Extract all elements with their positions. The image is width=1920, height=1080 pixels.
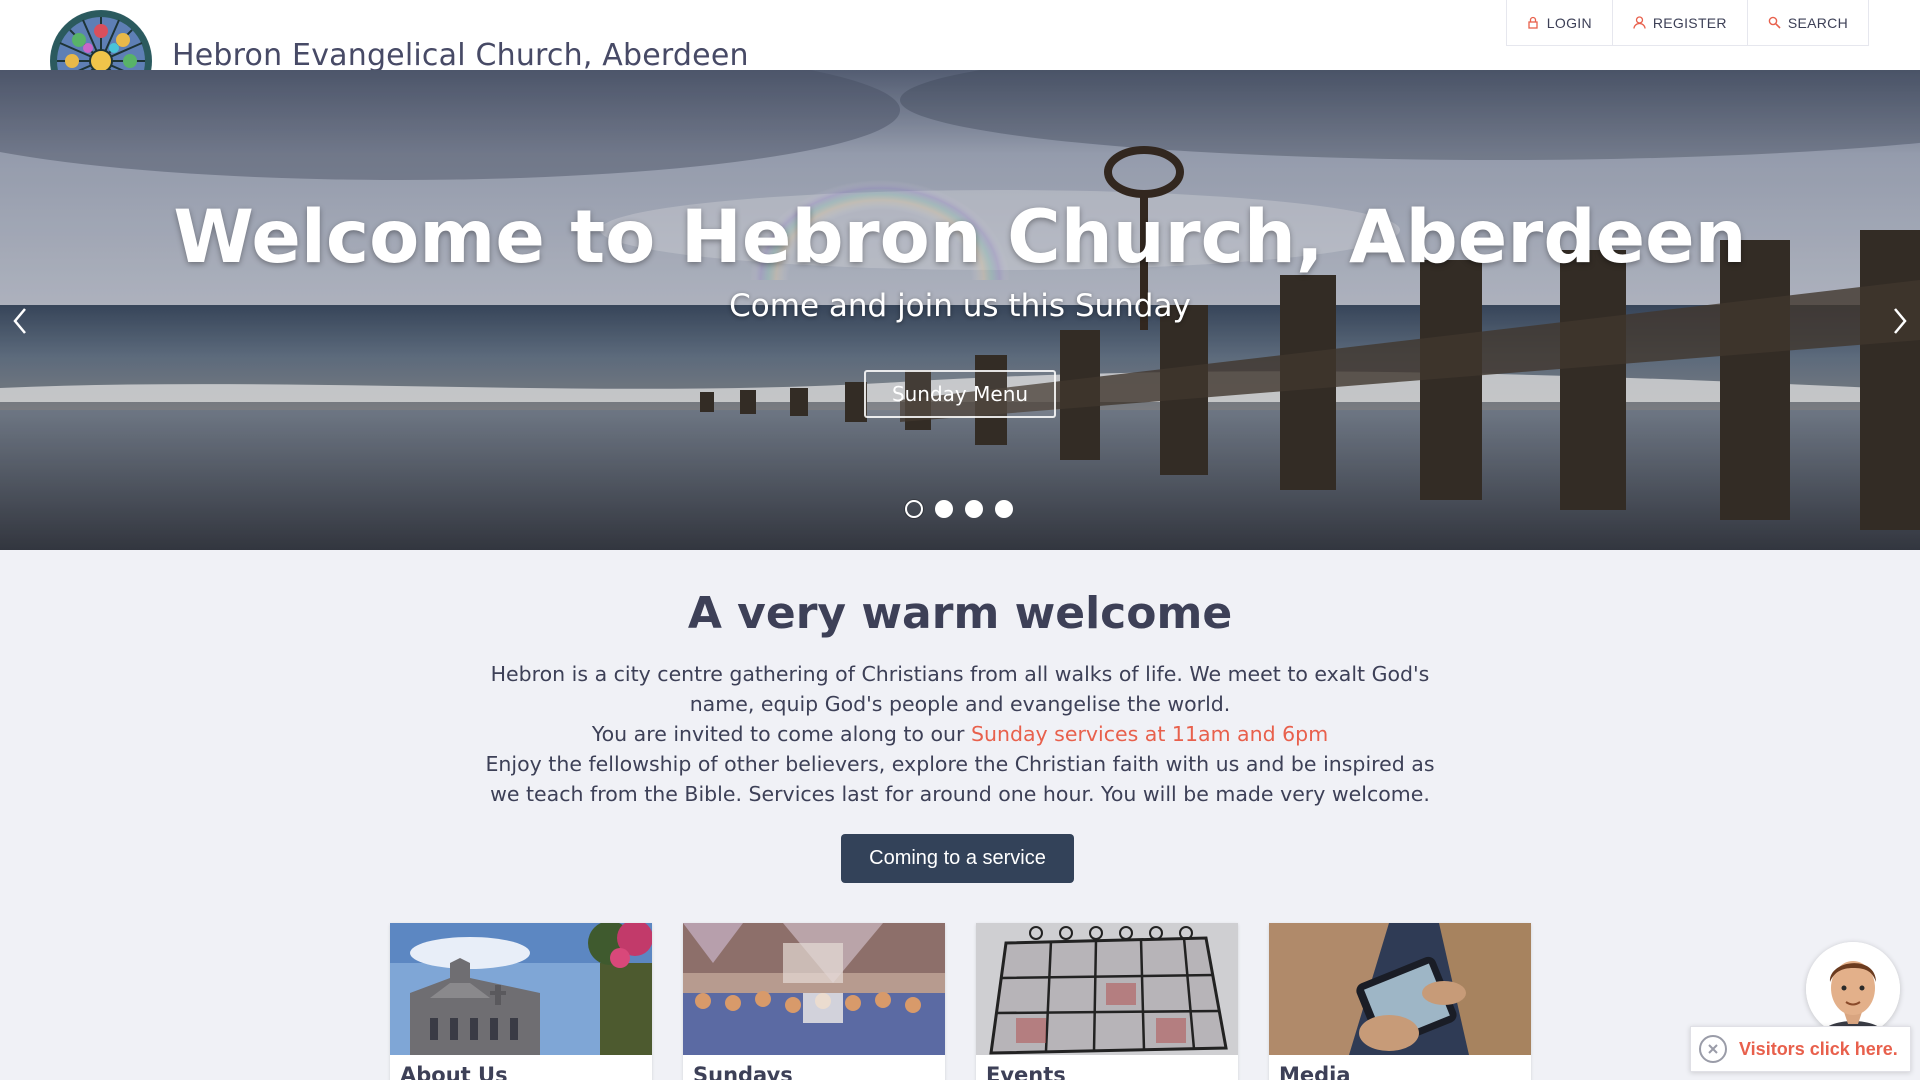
search-link[interactable]: SEARCH	[1746, 0, 1868, 45]
card-about-us[interactable]: About Us	[390, 923, 652, 1080]
close-icon	[1707, 1040, 1719, 1059]
search-icon	[1768, 16, 1781, 29]
site-header: Hebron Evangelical Church, Aberdeen LOGI…	[0, 0, 1920, 70]
carousel-dot-2[interactable]	[935, 500, 953, 518]
card-about-us-title: About Us	[400, 1063, 508, 1080]
register-link[interactable]: REGISTER	[1611, 0, 1747, 45]
chevron-right-icon	[1892, 307, 1908, 339]
visitors-widget: Visitors click here.	[1690, 1026, 1911, 1072]
visitors-link[interactable]: Visitors click here.	[1739, 1039, 1898, 1060]
hero-title: Welcome to Hebron Church, Aberdeen	[173, 195, 1747, 280]
church-logo[interactable]	[50, 10, 152, 70]
lock-icon	[1527, 16, 1540, 29]
carousel-dot-3[interactable]	[965, 500, 983, 518]
login-link[interactable]: LOGIN	[1507, 0, 1612, 45]
about-us-image	[390, 923, 652, 1055]
carousel-indicators	[905, 500, 1013, 518]
card-sundays-title: Sundays	[693, 1063, 793, 1080]
close-visitors-button[interactable]	[1699, 1035, 1727, 1063]
card-events-title: Events	[986, 1063, 1066, 1080]
carousel-dot-4[interactable]	[995, 500, 1013, 518]
hero-subtitle: Come and join us this Sunday	[729, 288, 1191, 324]
welcome-paragraph-3: Enjoy the fellowship of other believers,…	[485, 752, 1435, 806]
search-label: SEARCH	[1787, 14, 1848, 31]
login-label: LOGIN	[1546, 14, 1592, 31]
hero-carousel: Welcome to Hebron Church, Aberdeen Come …	[0, 70, 1920, 550]
coming-to-service-button[interactable]: Coming to a service	[841, 834, 1074, 883]
card-media-title: Media	[1279, 1063, 1351, 1080]
chevron-left-icon	[12, 307, 28, 339]
events-image	[976, 923, 1238, 1055]
user-icon	[1633, 16, 1646, 29]
carousel-next-button[interactable]	[1885, 305, 1915, 341]
card-media[interactable]: Media	[1269, 923, 1531, 1080]
sundays-image	[683, 923, 945, 1055]
welcome-heading: A very warm welcome	[687, 588, 1233, 639]
card-sundays[interactable]: Sundays	[683, 923, 945, 1080]
feature-cards: About Us Sundays Events Media	[390, 923, 1531, 1080]
welcome-paragraph-1: Hebron is a city centre gathering of Chr…	[490, 662, 1430, 716]
carousel-prev-button[interactable]	[5, 305, 35, 341]
carousel-dot-1[interactable]	[905, 500, 923, 518]
visitor-avatar[interactable]	[1806, 942, 1900, 1036]
welcome-paragraph-2: You are invited to come along to our Sun…	[480, 719, 1440, 749]
welcome-paragraph-2-prefix: You are invited to come along to our	[591, 722, 971, 746]
card-events[interactable]: Events	[976, 923, 1238, 1080]
sunday-services-link[interactable]: Sunday services at 11am and 6pm	[971, 722, 1328, 746]
media-image	[1269, 923, 1531, 1055]
utility-nav: LOGIN REGISTER SEARCH	[1505, 0, 1869, 46]
site-title[interactable]: Hebron Evangelical Church, Aberdeen	[172, 38, 749, 70]
register-label: REGISTER	[1652, 14, 1727, 31]
welcome-text: Hebron is a city centre gathering of Chr…	[480, 659, 1440, 809]
sunday-menu-button[interactable]: Sunday Menu	[864, 370, 1056, 418]
